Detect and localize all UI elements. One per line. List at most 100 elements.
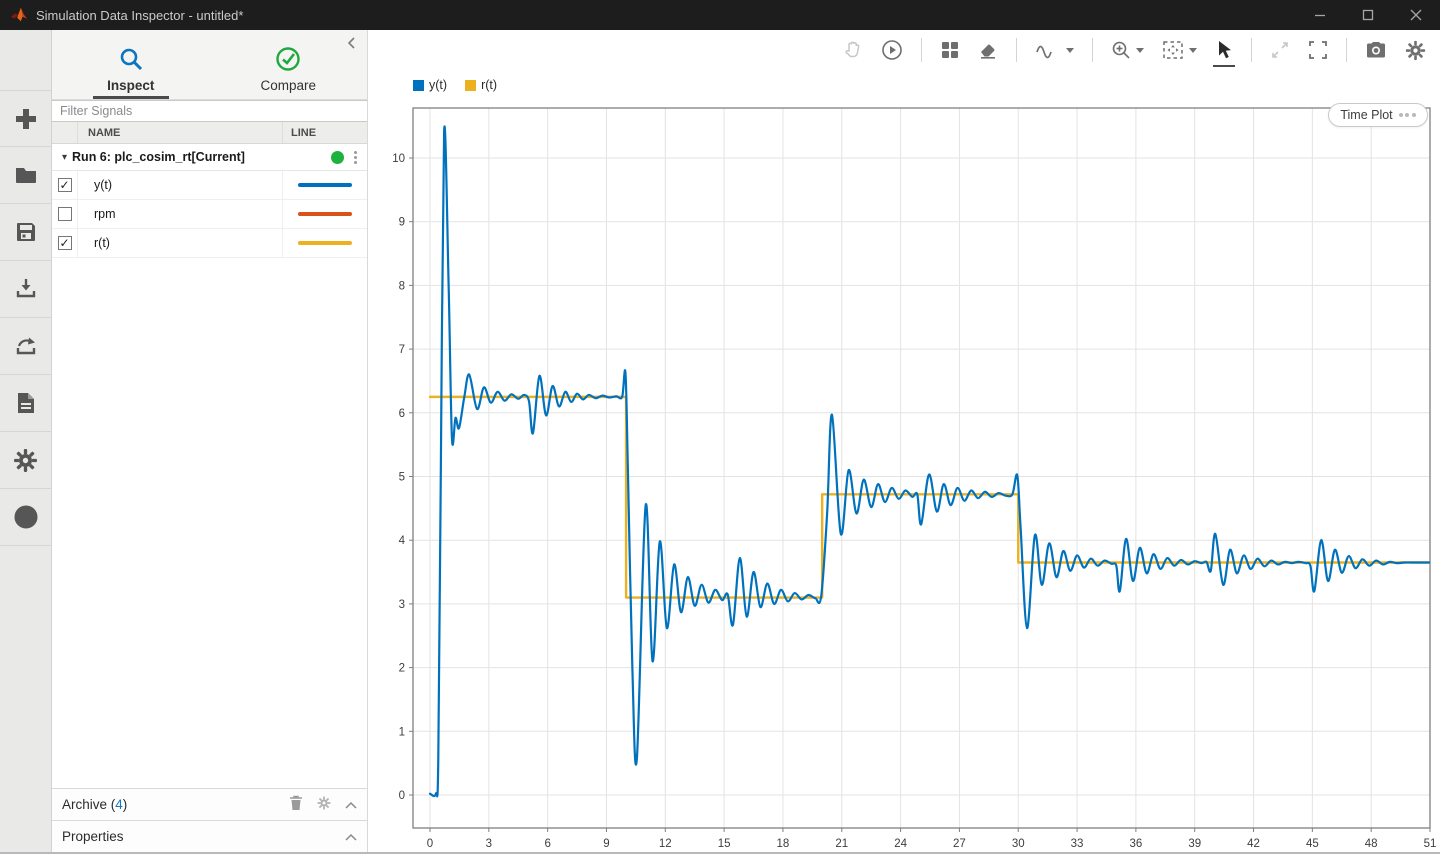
legend-swatch: [465, 80, 476, 91]
rpm-line-swatch[interactable]: [298, 212, 352, 216]
series-y(t)[interactable]: [430, 126, 1430, 796]
run-menu-icon[interactable]: [354, 151, 357, 164]
tab-compare[interactable]: Compare: [210, 30, 368, 99]
fit-to-view-icon[interactable]: [1162, 40, 1197, 60]
preferences-icon[interactable]: [0, 432, 51, 489]
legend-label: r(t): [481, 78, 497, 92]
svg-text:8: 8: [399, 280, 405, 292]
pointer-icon[interactable]: [1215, 40, 1233, 60]
run-label: Run 6: plc_cosim_rt[Current]: [72, 150, 245, 164]
svg-text:10: 10: [392, 153, 405, 165]
svg-text:36: 36: [1129, 838, 1142, 850]
svg-text:15: 15: [718, 838, 731, 850]
report-icon[interactable]: [0, 375, 51, 432]
plot-legend: y(t) r(t): [413, 78, 497, 92]
signal-name: r(t): [78, 236, 282, 250]
pan-hand-icon[interactable]: [843, 40, 863, 60]
minimize-button[interactable]: [1296, 0, 1344, 30]
signal-style-icon[interactable]: [1035, 40, 1074, 60]
axis-labels: 0369121518212427303336394245485101234567…: [392, 153, 1436, 850]
svg-text:39: 39: [1188, 838, 1201, 850]
check-column-header: [52, 122, 78, 143]
mode-tabs: Inspect Compare: [52, 30, 367, 100]
name-column-header: NAME: [78, 127, 282, 139]
svg-text:12: 12: [659, 838, 672, 850]
layout-grid-icon[interactable]: [940, 40, 960, 60]
export-icon[interactable]: [0, 318, 51, 375]
expand-triangle-icon[interactable]: ▾: [62, 152, 67, 163]
archive-paren: (: [107, 797, 115, 812]
line-column-header: LINE: [282, 122, 367, 143]
svg-text:45: 45: [1306, 838, 1319, 850]
series-r(t)[interactable]: [430, 397, 1430, 598]
eraser-icon[interactable]: [978, 40, 998, 60]
table-row-rpm[interactable]: rpm: [52, 200, 367, 229]
svg-text:7: 7: [399, 344, 405, 356]
signal-name: y(t): [78, 178, 282, 192]
svg-text:6: 6: [399, 408, 405, 420]
trash-icon[interactable]: [289, 795, 303, 814]
chevron-up-icon[interactable]: [345, 797, 357, 812]
close-button[interactable]: [1392, 0, 1440, 30]
badge-menu-icon[interactable]: [1399, 113, 1416, 117]
help-icon[interactable]: ?: [0, 489, 51, 546]
yt-checkbox[interactable]: ✓: [58, 178, 72, 192]
svg-text:24: 24: [894, 838, 907, 850]
rt-checkbox[interactable]: ✓: [58, 236, 72, 250]
svg-text:6: 6: [544, 838, 550, 850]
fullscreen-icon[interactable]: [1308, 40, 1328, 60]
settings-gear-icon[interactable]: [1405, 40, 1426, 61]
plot-area: y(t)r(t) Time Plot 036912151821242730333…: [368, 30, 1440, 852]
filter-signals-input[interactable]: [52, 100, 367, 122]
plot-toolbar: [368, 30, 1440, 70]
replay-icon[interactable]: [881, 39, 903, 61]
rt-line-swatch[interactable]: [298, 241, 352, 245]
compare-check-icon: [275, 46, 301, 72]
add-icon[interactable]: [0, 90, 51, 147]
table-row-yt[interactable]: ✓ y(t): [52, 171, 367, 200]
legend-item[interactable]: r(t): [465, 78, 497, 92]
archive-bar[interactable]: Archive (4): [52, 788, 367, 820]
import-icon[interactable]: [0, 261, 51, 318]
time-plot-chart[interactable]: 0369121518212427303336394245485101234567…: [368, 100, 1440, 854]
svg-text:3: 3: [486, 838, 492, 850]
grid-lines: [413, 108, 1430, 828]
time-plot-badge[interactable]: Time Plot: [1328, 103, 1428, 127]
maximize-button[interactable]: [1344, 0, 1392, 30]
svg-text:5: 5: [399, 472, 405, 484]
chevron-down-icon: [1189, 48, 1197, 53]
tab-inspect[interactable]: Inspect: [52, 30, 210, 99]
snapshot-camera-icon[interactable]: [1365, 40, 1387, 60]
axes-box: [413, 108, 1430, 828]
svg-text:33: 33: [1071, 838, 1084, 850]
archive-count: 4: [115, 797, 123, 812]
zoom-in-icon[interactable]: [1111, 40, 1144, 60]
properties-bar[interactable]: Properties: [52, 820, 367, 852]
rpm-checkbox[interactable]: [58, 207, 72, 221]
svg-text:0: 0: [427, 838, 433, 850]
tab-compare-label: Compare: [260, 78, 316, 93]
time-plot-badge-label: Time Plot: [1340, 108, 1392, 122]
gear-icon[interactable]: [317, 796, 331, 813]
yt-line-swatch[interactable]: [298, 183, 352, 187]
open-folder-icon[interactable]: [0, 147, 51, 204]
svg-text:2: 2: [399, 663, 405, 675]
chevron-left-icon[interactable]: [345, 36, 361, 52]
svg-text:1: 1: [399, 726, 405, 738]
svg-text:48: 48: [1365, 838, 1378, 850]
run-row[interactable]: ▾ Run 6: plc_cosim_rt[Current]: [52, 144, 367, 171]
search-icon: [118, 46, 144, 72]
archive-label: Archive: [62, 797, 107, 812]
svg-text:9: 9: [603, 838, 609, 850]
archive-paren2: ): [123, 797, 128, 812]
svg-text:51: 51: [1424, 838, 1437, 850]
save-icon[interactable]: [0, 204, 51, 261]
legend-swatch: [413, 80, 424, 91]
table-row-rt[interactable]: ✓ r(t): [52, 229, 367, 258]
sdi-window: Simulation Data Inspector - untitled*: [0, 0, 1440, 854]
expand-icon[interactable]: [1270, 40, 1290, 60]
chevron-up-icon[interactable]: [345, 829, 357, 844]
legend-item[interactable]: y(t): [413, 78, 447, 92]
tab-inspect-label: Inspect: [107, 78, 154, 93]
run-status-dot: [331, 151, 344, 164]
